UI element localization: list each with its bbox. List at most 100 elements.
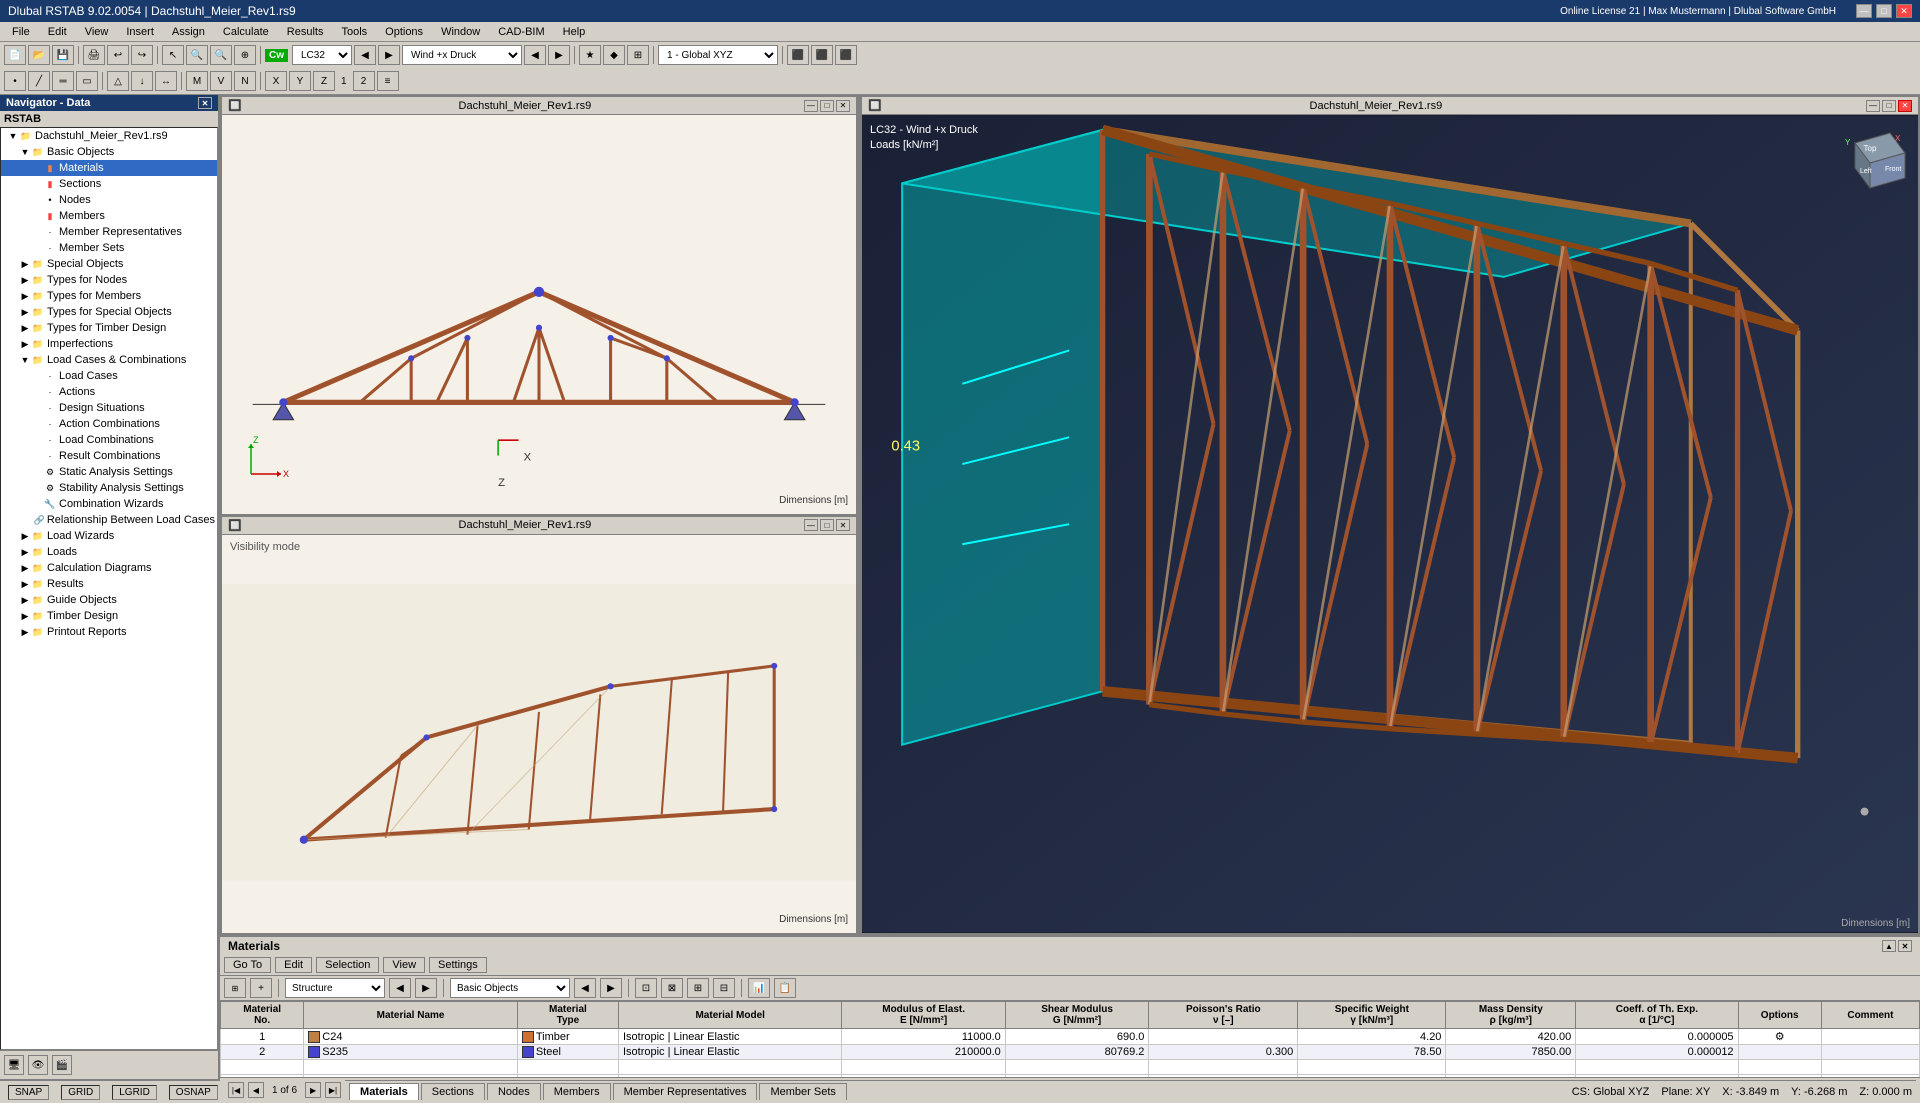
- nav-close-btn[interactable]: ✕: [198, 97, 212, 109]
- cell-options-1[interactable]: ⚙: [1738, 1029, 1821, 1045]
- tree-types-timber[interactable]: ▶ 📁 Types for Timber Design: [1, 320, 217, 336]
- tree-special-objects[interactable]: ▶ 📁 Special Objects: [1, 256, 217, 272]
- minimize-button[interactable]: —: [1856, 4, 1872, 18]
- tb-view1[interactable]: ⬛: [787, 45, 809, 65]
- nav-btn-1[interactable]: 🖥: [4, 1055, 24, 1075]
- bottom-expand-btn[interactable]: ▲: [1882, 940, 1896, 952]
- tree-types-special[interactable]: ▶ 📁 Types for Special Objects: [1, 304, 217, 320]
- tb-dimensions[interactable]: ↔: [155, 71, 177, 91]
- tree-nodes[interactable]: • Nodes: [1, 192, 217, 208]
- tree-toggle-tt[interactable]: ▶: [19, 322, 31, 334]
- view-btn[interactable]: View: [383, 957, 425, 973]
- wind-dropdown[interactable]: Wind +x Druck: [402, 45, 522, 65]
- tb-iso[interactable]: ≡: [377, 71, 399, 91]
- tree-toggle-lcc[interactable]: ▼: [19, 354, 31, 366]
- tb-select[interactable]: ↖: [162, 45, 184, 65]
- bottom-close-btn[interactable]: ✕: [1898, 940, 1912, 952]
- menu-window[interactable]: Window: [433, 24, 488, 40]
- tree-toggle-lw[interactable]: ▶: [19, 530, 31, 542]
- tree-action-combinations[interactable]: · Action Combinations: [1, 416, 217, 432]
- tree-load-combinations[interactable]: · Load Combinations: [1, 432, 217, 448]
- tree-calc-diagrams[interactable]: ▶ 📁 Calculation Diagrams: [1, 560, 217, 576]
- tb-prev-lc[interactable]: ◀: [354, 45, 376, 65]
- menu-calculate[interactable]: Calculate: [215, 24, 277, 40]
- tb-grid[interactable]: ⊞: [627, 45, 649, 65]
- tb-num[interactable]: 2: [353, 71, 375, 91]
- right-view-max[interactable]: □: [1882, 100, 1896, 112]
- tree-member-reps[interactable]: · Member Representatives: [1, 224, 217, 240]
- tb-lc-next[interactable]: ▶: [548, 45, 570, 65]
- tree-load-cases[interactable]: · Load Cases: [1, 368, 217, 384]
- tree-relationship[interactable]: 🔗 Relationship Between Load Cases: [1, 512, 217, 528]
- edit-btn[interactable]: Edit: [275, 957, 312, 973]
- tree-imperfections[interactable]: ▶ 📁 Imperfections: [1, 336, 217, 352]
- load-case-dropdown[interactable]: LC32: [292, 45, 352, 65]
- menu-help[interactable]: Help: [555, 24, 594, 40]
- tb-z-axis[interactable]: Z: [313, 71, 335, 91]
- tree-toggle-tm[interactable]: ▶: [19, 290, 31, 302]
- nav-btn-3[interactable]: 🎬: [52, 1055, 72, 1075]
- tb-view3[interactable]: ⬛: [835, 45, 857, 65]
- top-left-close[interactable]: ✕: [836, 100, 850, 112]
- tab-sections[interactable]: Sections: [421, 1083, 485, 1100]
- tree-design-situations[interactable]: · Design Situations: [1, 400, 217, 416]
- tree-toggle-res[interactable]: ▶: [19, 578, 31, 590]
- tree-load-cases-comb[interactable]: ▼ 📁 Load Cases & Combinations: [1, 352, 217, 368]
- menu-edit[interactable]: Edit: [40, 24, 75, 40]
- tb-loads[interactable]: ↓: [131, 71, 153, 91]
- tree-toggle-tn[interactable]: ▶: [19, 274, 31, 286]
- tree-load-wizards[interactable]: ▶ 📁 Load Wizards: [1, 528, 217, 544]
- tab-members[interactable]: Members: [543, 1083, 611, 1100]
- tree-project[interactable]: ▼ 📁 Dachstuhl_Meier_Rev1.rs9: [1, 128, 217, 144]
- table-row[interactable]: 2 S235 Steel Isotropic | Linear Elastic …: [221, 1045, 1920, 1060]
- tb-results1[interactable]: M: [186, 71, 208, 91]
- menu-view[interactable]: View: [77, 24, 117, 40]
- tree-toggle-imp[interactable]: ▶: [19, 338, 31, 350]
- tree-sections[interactable]: ▮ Sections: [1, 176, 217, 192]
- tree-members[interactable]: ▮ Members: [1, 208, 217, 224]
- tb-save[interactable]: 💾: [52, 45, 74, 65]
- tree-toggle-ld[interactable]: ▶: [19, 546, 31, 558]
- menu-assign[interactable]: Assign: [164, 24, 213, 40]
- tb-render2[interactable]: ◆: [603, 45, 625, 65]
- tt-filter2[interactable]: ⊠: [661, 978, 683, 998]
- tree-guide-objects[interactable]: ▶ 📁 Guide Objects: [1, 592, 217, 608]
- page-next[interactable]: ▶: [305, 1082, 321, 1098]
- tree-toggle-sp[interactable]: ▶: [19, 258, 31, 270]
- page-first[interactable]: |◀: [228, 1082, 244, 1098]
- tree-toggle-pr[interactable]: ▶: [19, 626, 31, 638]
- tb-redo[interactable]: ↪: [131, 45, 153, 65]
- tt-bo-next[interactable]: ▶: [600, 978, 622, 998]
- tb-next-lc[interactable]: ▶: [378, 45, 400, 65]
- tab-member-sets[interactable]: Member Sets: [759, 1083, 846, 1100]
- tree-toggle-td[interactable]: ▶: [19, 610, 31, 622]
- menu-cad-bim[interactable]: CAD-BIM: [490, 24, 552, 40]
- tb-x-axis[interactable]: X: [265, 71, 287, 91]
- tb-zoom-in[interactable]: 🔍: [186, 45, 208, 65]
- structure-dropdown[interactable]: Structure: [285, 978, 385, 998]
- tree-timber-design[interactable]: ▶ 📁 Timber Design: [1, 608, 217, 624]
- tree-toggle-project[interactable]: ▼: [7, 130, 19, 142]
- coord-dropdown[interactable]: 1 - Global XYZ: [658, 45, 778, 65]
- tb-lc-prev[interactable]: ◀: [524, 45, 546, 65]
- tree-actions[interactable]: · Actions: [1, 384, 217, 400]
- tree-combination-wizards[interactable]: 🔧 Combination Wizards: [1, 496, 217, 512]
- top-left-max[interactable]: □: [820, 100, 834, 112]
- close-button[interactable]: ✕: [1896, 4, 1912, 18]
- tree-toggle-ts[interactable]: ▶: [19, 306, 31, 318]
- selection-btn[interactable]: Selection: [316, 957, 379, 973]
- table-row[interactable]: 1 C24 Timber Isotropic | Linear Elastic …: [221, 1029, 1920, 1045]
- tb-surface[interactable]: ▭: [76, 71, 98, 91]
- tab-member-reps[interactable]: Member Representatives: [613, 1083, 758, 1100]
- tt-chart1[interactable]: 📊: [748, 978, 770, 998]
- tree-toggle-basic[interactable]: ▼: [19, 146, 31, 158]
- tb-print[interactable]: 🖨: [83, 45, 105, 65]
- goto-btn[interactable]: Go To: [224, 957, 271, 973]
- tt-bo-prev[interactable]: ◀: [574, 978, 596, 998]
- tt-next[interactable]: ▶: [415, 978, 437, 998]
- basic-objects-dropdown[interactable]: Basic Objects: [450, 978, 570, 998]
- tb-node[interactable]: •: [4, 71, 26, 91]
- menu-tools[interactable]: Tools: [333, 24, 375, 40]
- bottom-left-max[interactable]: □: [820, 519, 834, 531]
- tt-btn-2[interactable]: +: [250, 978, 272, 998]
